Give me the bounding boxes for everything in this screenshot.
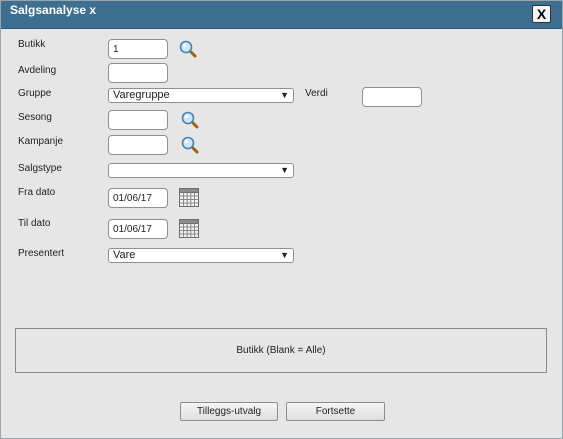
butikk-search-icon[interactable] <box>178 39 198 62</box>
info-text: Butikk (Blank = Alle) <box>236 345 326 356</box>
fra-dato-input[interactable] <box>108 188 168 208</box>
til-dato-calendar-icon[interactable] <box>178 217 200 242</box>
avdeling-input[interactable] <box>108 63 168 83</box>
chevron-down-icon: ▼ <box>280 250 289 260</box>
dialog-title: Salgsanalyse x <box>10 3 97 17</box>
fra-dato-label: Fra dato <box>18 187 56 198</box>
kampanje-input[interactable] <box>108 135 168 155</box>
kampanje-label: Kampanje <box>18 136 64 147</box>
chevron-down-icon: ▼ <box>280 90 289 100</box>
verdi-label: Verdi <box>305 88 328 99</box>
butikk-input[interactable] <box>108 39 168 59</box>
presentert-select[interactable]: Vare ▼ <box>108 248 294 263</box>
salgstype-label: Salgstype <box>18 163 62 174</box>
gruppe-select[interactable]: Varegruppe ▼ <box>108 88 294 103</box>
gruppe-label: Gruppe <box>18 88 52 99</box>
fortsette-button[interactable]: Fortsette <box>286 402 385 421</box>
close-button[interactable]: X <box>532 5 551 23</box>
chevron-down-icon: ▼ <box>280 165 289 175</box>
presentert-label: Presentert <box>18 248 65 259</box>
sesong-input[interactable] <box>108 110 168 130</box>
presentert-selected: Vare <box>113 249 136 261</box>
sesong-label: Sesong <box>18 112 52 123</box>
sesong-search-icon[interactable] <box>180 110 200 133</box>
butikk-label: Butikk <box>18 39 46 50</box>
salgstype-select[interactable]: ▼ <box>108 163 294 178</box>
tilleggs-utvalg-button[interactable]: Tilleggs-utvalg <box>180 402 278 421</box>
til-dato-input[interactable] <box>108 219 168 239</box>
salgsanalyse-dialog: Salgsanalyse x X Butikk Avdeling Gruppe … <box>0 0 563 439</box>
titlebar: Salgsanalyse x X <box>1 1 562 29</box>
fra-dato-calendar-icon[interactable] <box>178 186 200 211</box>
kampanje-search-icon[interactable] <box>180 135 200 158</box>
avdeling-label: Avdeling <box>18 65 57 76</box>
til-dato-label: Til dato <box>18 218 51 229</box>
gruppe-selected: Varegruppe <box>113 89 170 101</box>
verdi-input[interactable] <box>362 87 422 107</box>
info-box: Butikk (Blank = Alle) <box>15 328 547 373</box>
